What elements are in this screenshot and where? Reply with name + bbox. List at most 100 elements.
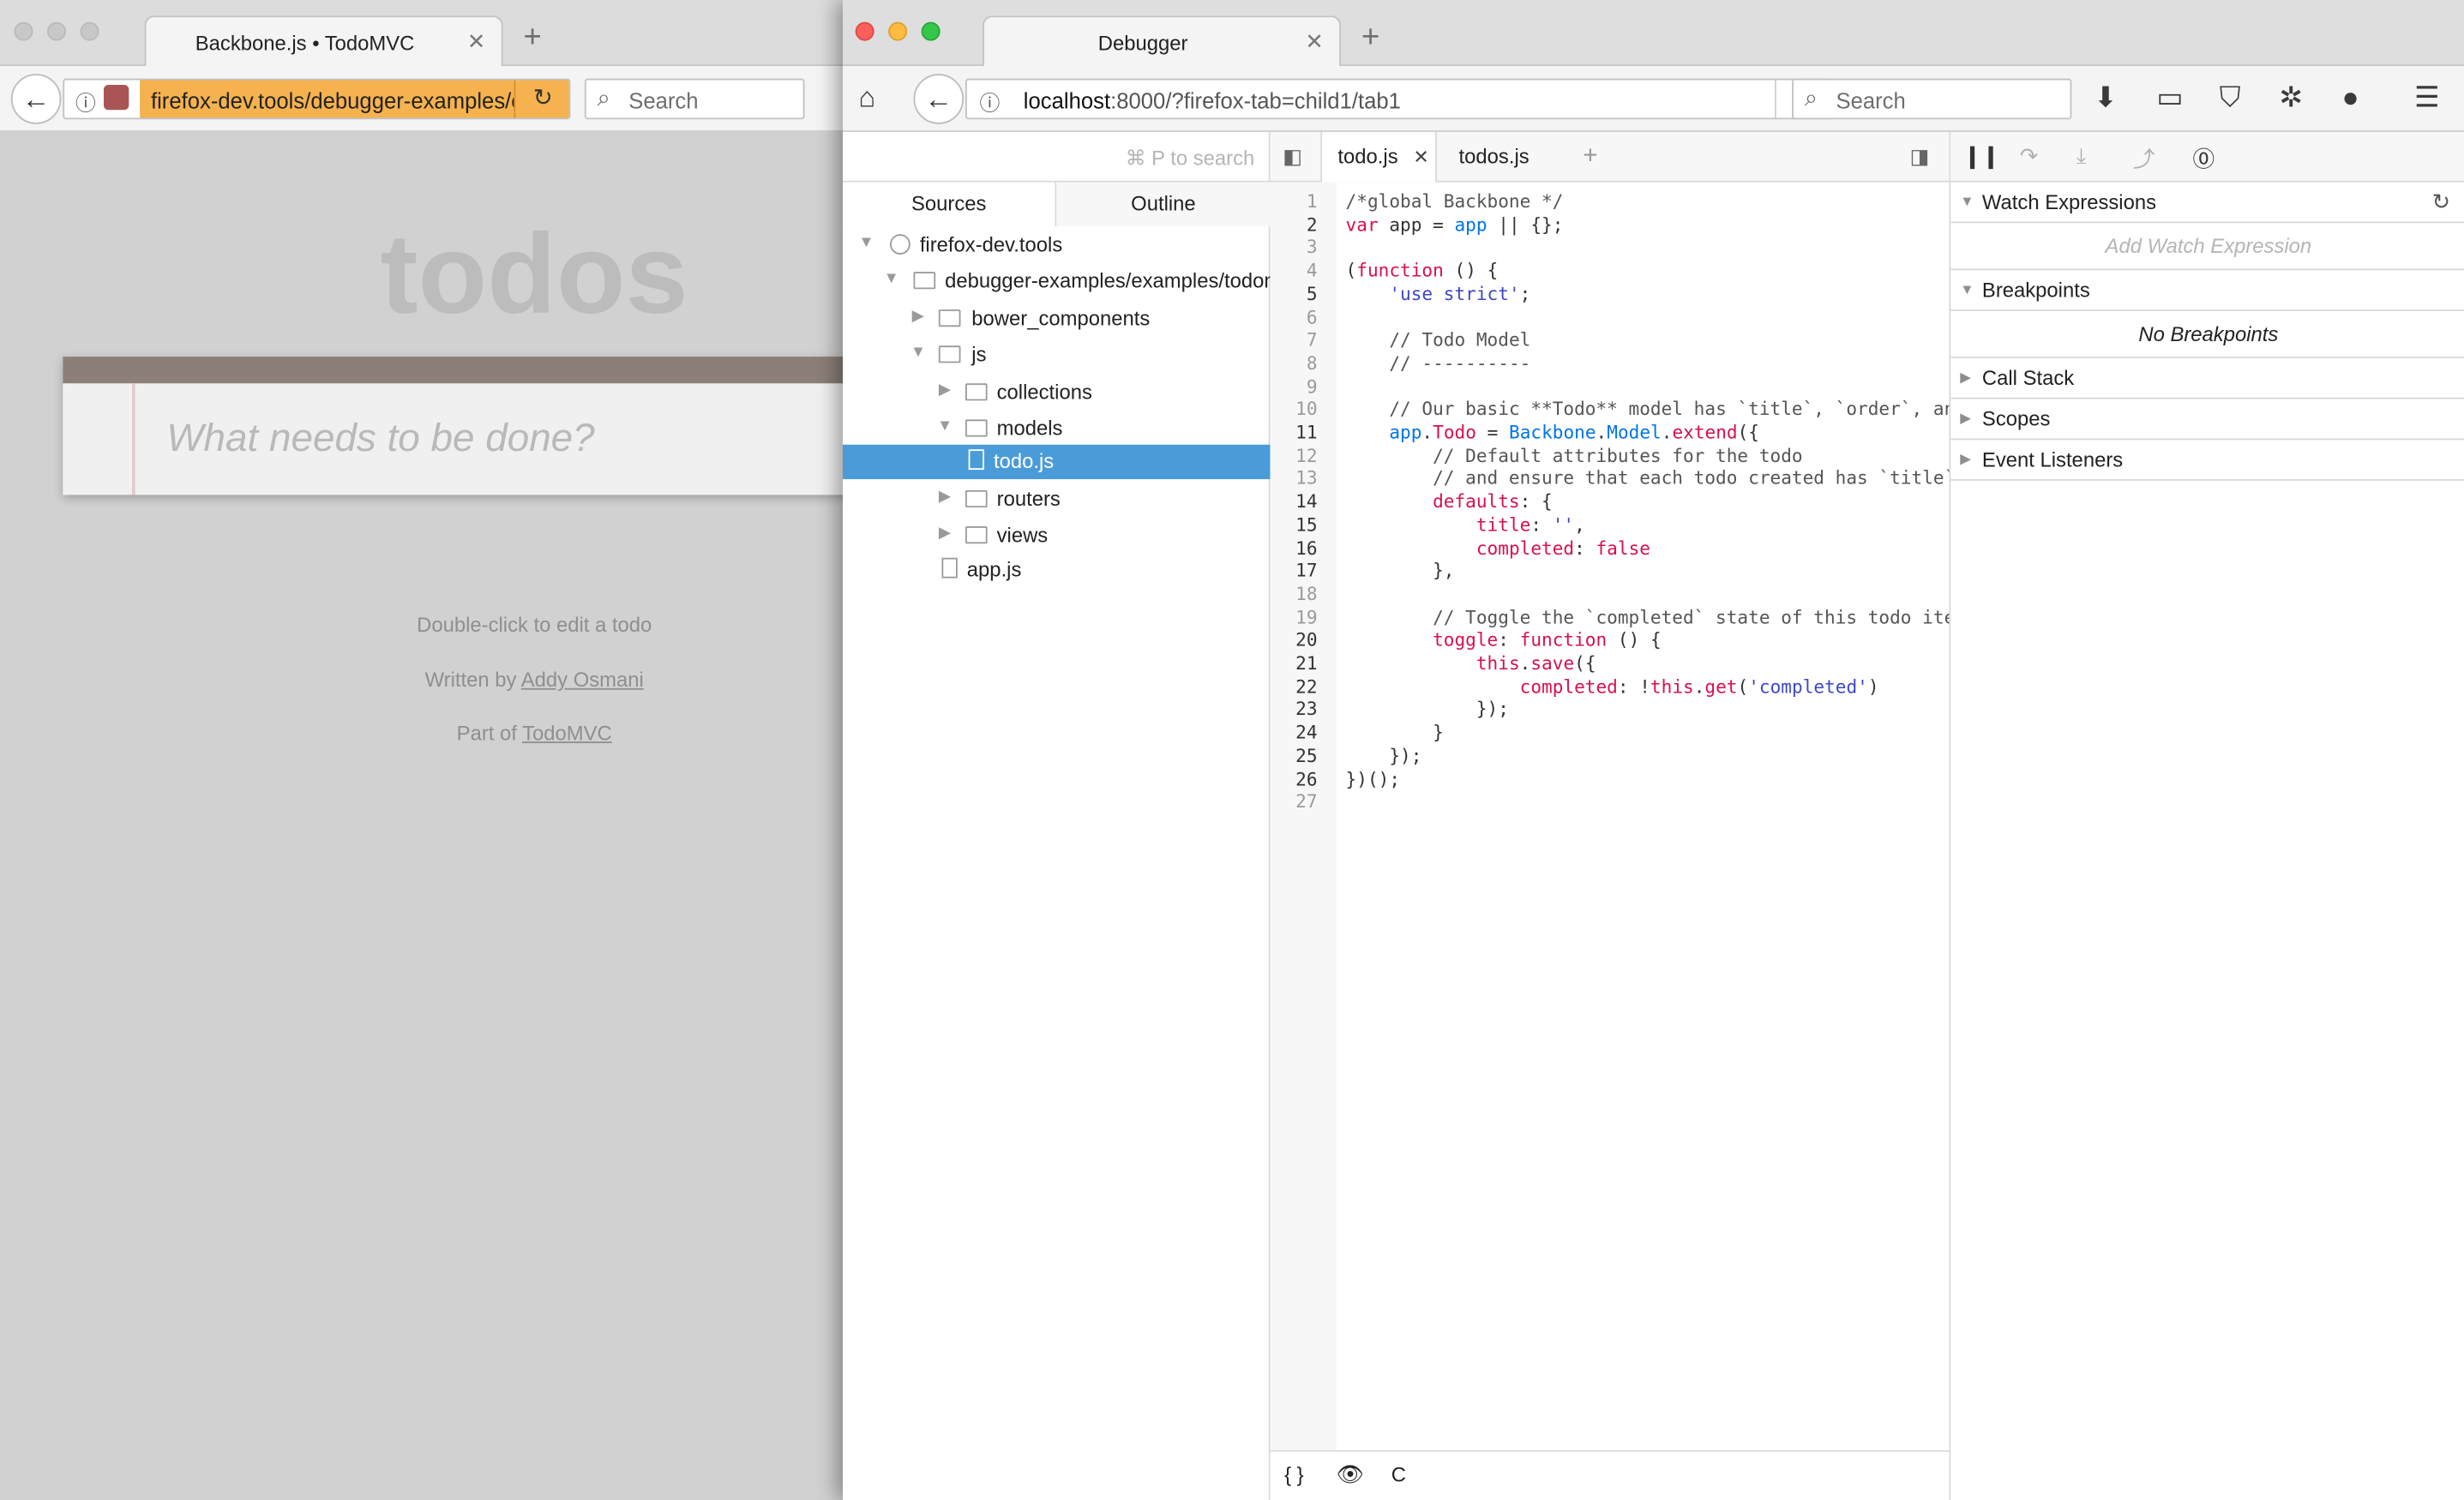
tab-todos-js[interactable]: todos.js [1459, 132, 1557, 183]
pretty-print-button[interactable]: { } [1284, 1463, 1304, 1486]
url-bar[interactable]: ⓘ localhost:8000/?firefox-tab=child1/tab… [965, 78, 1833, 120]
info-icon[interactable]: ⓘ [75, 87, 96, 117]
new-tab-button[interactable]: + [1361, 22, 1379, 54]
line-number[interactable]: 6 [1271, 306, 1318, 328]
line-number[interactable]: 25 [1271, 744, 1317, 766]
line-number[interactable]: 13 [1271, 467, 1317, 489]
tree-item-views[interactable]: ▶ views [843, 519, 1271, 553]
tree-label: debugger-examples/examples/todomvc [945, 268, 1271, 292]
tab-todomvc[interactable]: Backbone.js • TodoMVC ✕ [144, 15, 503, 68]
line-number[interactable]: 14 [1271, 490, 1317, 513]
event-listeners-header[interactable]: ▶ Event Listeners [1950, 440, 2464, 481]
tree-item-todomvc[interactable]: ▼ debugger-examples/examples/todomvc [843, 264, 1271, 298]
sidebar-icon[interactable]: ▭ [2156, 81, 2183, 114]
tab-debugger[interactable]: Debugger ✕ [983, 15, 1342, 68]
line-number[interactable]: 27 [1271, 790, 1317, 813]
close-window-button[interactable] [855, 21, 874, 41]
tab-title: Backbone.js • TodoMVC [195, 31, 415, 56]
tree-item-collections[interactable]: ▶ collections [843, 375, 1271, 410]
project-link[interactable]: TodoMVC [522, 721, 612, 744]
step-out-icon[interactable]: ⤴ [2133, 143, 2155, 175]
breakpoints-header[interactable]: ▼ Breakpoints [1950, 270, 2464, 311]
line-number[interactable]: 26 [1271, 767, 1317, 789]
watch-expressions-header[interactable]: ▼ Watch Expressions ↻ [1950, 183, 2464, 224]
quick-open-bar[interactable]: ⌘ P to search [843, 132, 1271, 183]
line-number[interactable]: 23 [1271, 699, 1317, 721]
call-stack-header[interactable]: ▶ Call Stack [1950, 358, 2464, 399]
tab-close-icon[interactable]: ✕ [1413, 132, 1428, 183]
pause-icon[interactable]: ❙❙ [1963, 143, 2000, 170]
line-number[interactable]: 5 [1271, 283, 1318, 305]
line-number[interactable]: 16 [1271, 537, 1317, 559]
back-button[interactable]: ← [913, 74, 965, 124]
minimize-window-button[interactable] [46, 21, 66, 41]
url-bar[interactable]: ⓘ firefox-dev.tools/debugger-examples/ex… [63, 78, 571, 120]
line-number[interactable]: 12 [1271, 444, 1317, 466]
line-number[interactable]: 20 [1271, 629, 1317, 651]
line-number[interactable]: 4 [1271, 260, 1318, 282]
line-number[interactable]: 22 [1271, 675, 1317, 698]
add-tab-button[interactable]: + [1583, 132, 1597, 183]
hamburger-menu-icon[interactable]: ☰ [2414, 81, 2440, 114]
search-bar[interactable]: ⌕ Search [1792, 78, 2072, 120]
code-line: })(); [1345, 767, 1401, 790]
minimize-window-button[interactable] [888, 21, 908, 41]
author-link[interactable]: Addy Osmani [521, 668, 644, 691]
line-number[interactable]: 7 [1271, 328, 1318, 351]
tree-item-routers[interactable]: ▶ routers [843, 483, 1271, 517]
tab-sources[interactable]: Sources [843, 182, 1057, 226]
step-in-icon[interactable]: ⤓ [2076, 143, 2086, 170]
line-number[interactable]: 18 [1271, 583, 1317, 605]
zoom-window-button[interactable] [921, 21, 941, 41]
tree-item-todo-js[interactable]: todo.js [843, 444, 1271, 480]
eye-icon[interactable]: 👁 [1337, 1461, 1365, 1488]
toggle-sidebar-icon[interactable]: ◨ [1910, 145, 1930, 170]
toggle-button[interactable]: C [1391, 1463, 1406, 1486]
extension-icon[interactable]: ✲ [2279, 81, 2303, 114]
line-number[interactable]: 11 [1271, 421, 1317, 443]
tab-todo-js[interactable]: todo.js ✕ [1320, 131, 1437, 183]
download-icon[interactable]: ⬇ [2094, 81, 2118, 114]
close-window-button[interactable] [14, 21, 33, 41]
tree-label: models [996, 416, 1063, 441]
line-number[interactable]: 21 [1271, 652, 1317, 675]
search-bar[interactable]: ⌕ Search [584, 78, 805, 120]
line-number[interactable]: 15 [1271, 513, 1317, 536]
tree-item-models[interactable]: ▼ models [843, 411, 1271, 446]
reload-icon[interactable]: ↻ [514, 80, 569, 118]
line-number[interactable]: 24 [1271, 722, 1317, 744]
line-number[interactable]: 1 [1271, 190, 1318, 213]
toggle-sources-icon[interactable]: ◧ [1283, 145, 1302, 170]
credit-prefix: Written by [424, 668, 517, 692]
code-view[interactable]: /*global Backbone */ var app = app || {}… [1337, 183, 1950, 1450]
line-number[interactable]: 10 [1271, 398, 1317, 420]
theme-icon[interactable]: ● [2342, 81, 2359, 114]
tab-outline[interactable]: Outline [1056, 182, 1271, 226]
line-number[interactable]: 19 [1271, 606, 1317, 628]
zoom-window-button[interactable] [80, 21, 99, 41]
line-number[interactable]: 8 [1271, 351, 1318, 374]
pause-on-exceptions-icon[interactable]: ⓪ [2193, 143, 2215, 175]
new-tab-button[interactable]: + [523, 22, 541, 54]
tree-item-domain[interactable]: ▼ firefox-dev.tools [843, 228, 1271, 262]
todomvc-window: Backbone.js • TodoMVC ✕ + ← ⓘ firefox-de… [0, 0, 852, 1500]
scopes-header[interactable]: ▶ Scopes [1950, 399, 2464, 441]
line-number[interactable]: 3 [1271, 237, 1318, 259]
tree-item-js[interactable]: ▼ js [843, 338, 1271, 372]
home-icon[interactable]: ⌂ [858, 81, 875, 114]
line-number[interactable]: 17 [1271, 560, 1317, 582]
pocket-icon[interactable]: ⛉ [2220, 81, 2241, 114]
tab-close-icon[interactable]: ✕ [1305, 28, 1324, 55]
tab-close-icon[interactable]: ✕ [467, 28, 486, 55]
back-button[interactable]: ← [10, 74, 62, 124]
tree-item-app-js[interactable]: app.js [843, 553, 1271, 587]
tree-item-bower-components[interactable]: ▶ bower_components [843, 302, 1271, 336]
new-todo-input[interactable]: What needs to be done? [166, 417, 594, 462]
info-icon[interactable]: ⓘ [979, 87, 1000, 117]
line-number[interactable]: 2 [1271, 213, 1318, 236]
line-number[interactable]: 9 [1271, 375, 1318, 397]
add-watch-expression-input[interactable]: Add Watch Expression [1950, 223, 2464, 271]
step-over-icon[interactable]: ↷ [2020, 143, 2039, 170]
file-icon [941, 557, 958, 579]
refresh-icon[interactable]: ↻ [2432, 189, 2451, 215]
